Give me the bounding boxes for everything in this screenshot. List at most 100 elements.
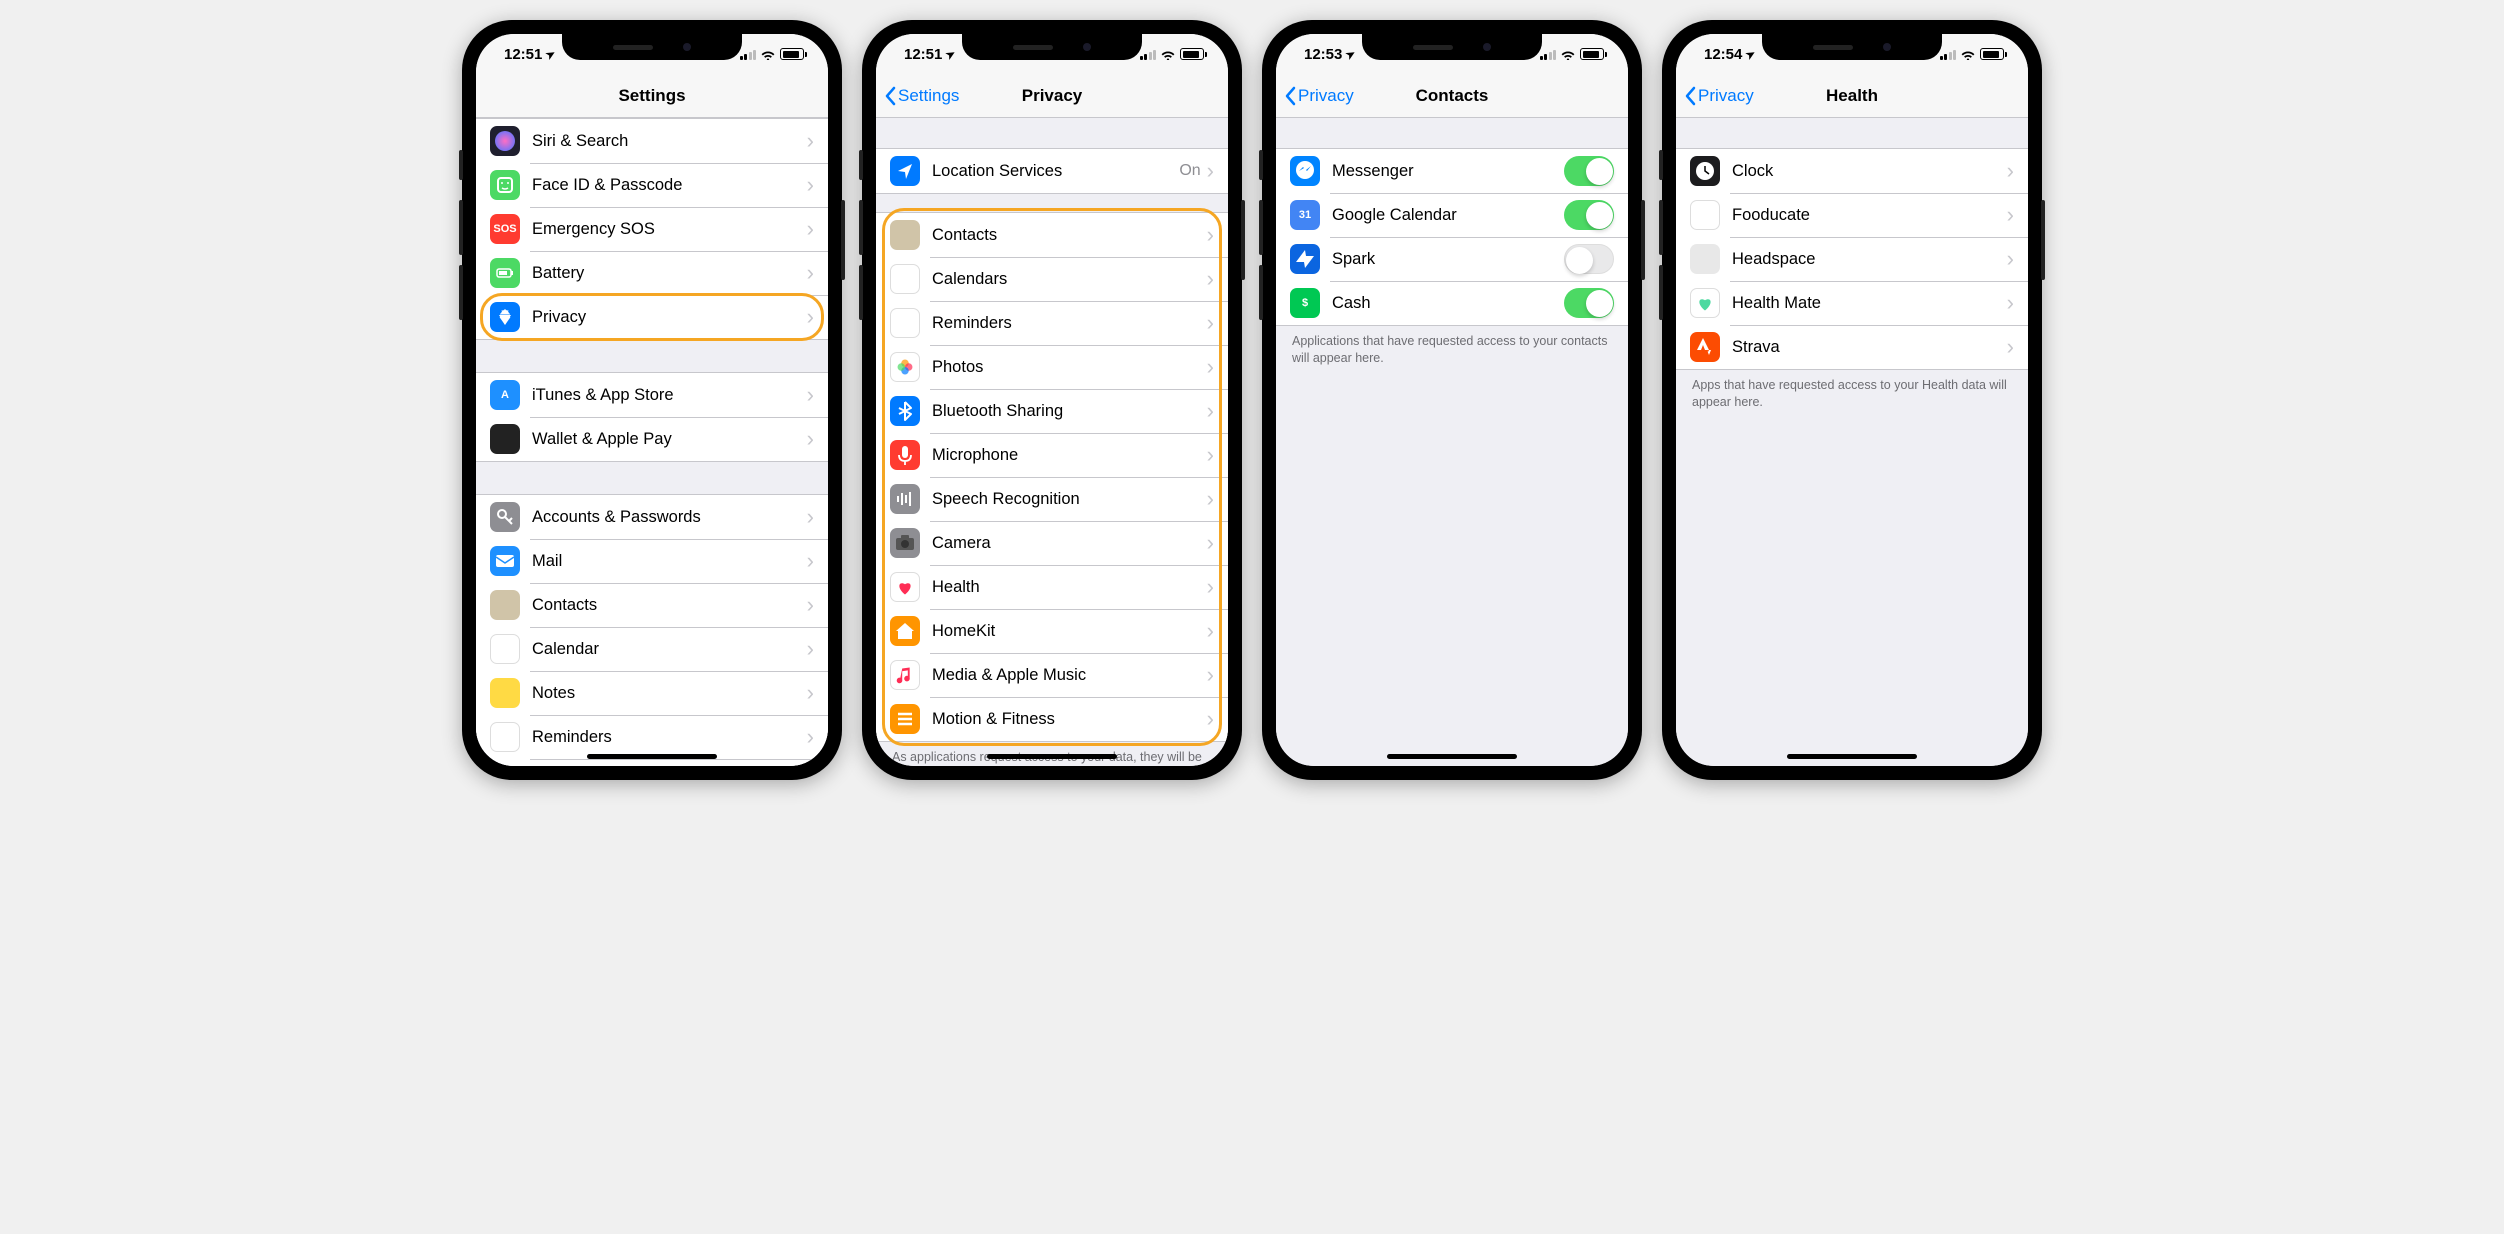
row-headspace[interactable]: Headspace› [1676, 237, 2028, 281]
signal-icon [1140, 49, 1157, 60]
row-health[interactable]: Health› [876, 565, 1228, 609]
toggle-messenger[interactable] [1564, 156, 1614, 186]
health-p-icon [890, 572, 920, 602]
row-location-services[interactable]: Location ServicesOn› [876, 149, 1228, 193]
faceid-icon [490, 170, 520, 200]
row-calendars[interactable]: Calendars› [876, 257, 1228, 301]
chevron-right-icon: › [807, 724, 814, 750]
row-itunes-app-store[interactable]: AiTunes & App Store› [476, 373, 828, 417]
strava-icon [1690, 332, 1720, 362]
wifi-icon [1560, 48, 1576, 60]
row-photos[interactable]: Photos› [876, 345, 1228, 389]
row-google-calendar[interactable]: 31Google Calendar [1276, 193, 1628, 237]
toggle-google-calendar[interactable] [1564, 200, 1614, 230]
chevron-right-icon: › [1207, 398, 1214, 424]
row-cash[interactable]: $Cash [1276, 281, 1628, 325]
row-label: Camera [932, 534, 1207, 553]
nav-bar: Settings [476, 74, 828, 118]
row-label: Emergency SOS [532, 220, 807, 239]
home-indicator[interactable] [1387, 754, 1517, 759]
row-bluetooth-sharing[interactable]: Bluetooth Sharing› [876, 389, 1228, 433]
row-calendar[interactable]: Calendar› [476, 627, 828, 671]
home-indicator[interactable] [587, 754, 717, 759]
row-spark[interactable]: Spark [1276, 237, 1628, 281]
signal-icon [740, 49, 757, 60]
headspace-icon [1690, 244, 1720, 274]
calendar-icon [490, 634, 520, 664]
row-camera[interactable]: Camera› [876, 521, 1228, 565]
row-emergency-sos[interactable]: SOSEmergency SOS› [476, 207, 828, 251]
chevron-right-icon: › [1207, 310, 1214, 336]
row-label: Strava [1732, 338, 2007, 357]
row-label: Health [932, 578, 1207, 597]
row-label: Privacy [532, 308, 807, 327]
row-media-apple-music[interactable]: Media & Apple Music› [876, 653, 1228, 697]
privacy-icon [490, 302, 520, 332]
contacts-p-icon [890, 220, 920, 250]
back-button[interactable]: Settings [876, 86, 959, 106]
back-button[interactable]: Privacy [1276, 86, 1354, 106]
row-contacts[interactable]: Contacts› [476, 583, 828, 627]
chevron-right-icon: › [2007, 202, 2014, 228]
row-wallet-apple-pay[interactable]: Wallet & Apple Pay› [476, 417, 828, 461]
calendars-p-icon [890, 264, 920, 294]
row-label: Headspace [1732, 250, 2007, 269]
row-label: Wallet & Apple Pay [532, 430, 807, 449]
row-label: Contacts [532, 596, 807, 615]
row-contacts[interactable]: Contacts› [876, 213, 1228, 257]
row-label: HomeKit [932, 622, 1207, 641]
chevron-right-icon: › [807, 680, 814, 706]
chevron-right-icon: › [807, 504, 814, 530]
row-face-id-passcode[interactable]: Face ID & Passcode› [476, 163, 828, 207]
row-notes[interactable]: Notes› [476, 671, 828, 715]
row-reminders[interactable]: Reminders› [876, 301, 1228, 345]
back-label: Settings [898, 86, 959, 106]
row-accounts-passwords[interactable]: Accounts & Passwords› [476, 495, 828, 539]
chevron-right-icon: › [1207, 266, 1214, 292]
home-indicator[interactable] [987, 754, 1117, 759]
toggle-cash[interactable] [1564, 288, 1614, 318]
nav-bar: Privacy Contacts [1276, 74, 1628, 118]
chevron-right-icon: › [1207, 222, 1214, 248]
media-icon [890, 660, 920, 690]
motion-icon [890, 704, 920, 734]
chevron-right-icon: › [807, 260, 814, 286]
location-icon [890, 156, 920, 186]
bluetooth-icon [890, 396, 920, 426]
row-health-mate[interactable]: Health Mate› [1676, 281, 2028, 325]
chevron-right-icon: › [1207, 442, 1214, 468]
row-battery[interactable]: Battery› [476, 251, 828, 295]
toggle-spark[interactable] [1564, 244, 1614, 274]
row-siri-search[interactable]: Siri & Search› [476, 119, 828, 163]
row-reminders[interactable]: Reminders› [476, 715, 828, 759]
phone-settings: 12:51➤ Settings Siri & Search›Face ID & … [462, 20, 842, 780]
chevron-right-icon: › [2007, 334, 2014, 360]
battery-icon [1980, 48, 2004, 60]
status-time: 12:53 [1304, 46, 1342, 63]
row-privacy[interactable]: Privacy› [476, 295, 828, 339]
chevron-right-icon: › [2007, 290, 2014, 316]
chevron-right-icon: › [807, 304, 814, 330]
wifi-icon [1160, 48, 1176, 60]
row-label: Speech Recognition [932, 490, 1207, 509]
row-homekit[interactable]: HomeKit› [876, 609, 1228, 653]
row-phone[interactable]: Phone› [476, 759, 828, 766]
back-button[interactable]: Privacy [1676, 86, 1754, 106]
chevron-right-icon: › [807, 128, 814, 154]
chevron-right-icon: › [2007, 246, 2014, 272]
mail-icon [490, 546, 520, 576]
row-clock[interactable]: Clock› [1676, 149, 2028, 193]
row-label: Mail [532, 552, 807, 571]
row-motion-fitness[interactable]: Motion & Fitness› [876, 697, 1228, 741]
row-speech-recognition[interactable]: Speech Recognition› [876, 477, 1228, 521]
row-fooducate[interactable]: Fooducate› [1676, 193, 2028, 237]
row-messenger[interactable]: Messenger [1276, 149, 1628, 193]
row-microphone[interactable]: Microphone› [876, 433, 1228, 477]
chevron-right-icon: › [1207, 354, 1214, 380]
row-label: Reminders [932, 314, 1207, 333]
row-strava[interactable]: Strava› [1676, 325, 2028, 369]
row-mail[interactable]: Mail› [476, 539, 828, 583]
home-indicator[interactable] [1787, 754, 1917, 759]
footer-text: Apps that have requested access to your … [1676, 370, 2028, 415]
healthmate-icon [1690, 288, 1720, 318]
